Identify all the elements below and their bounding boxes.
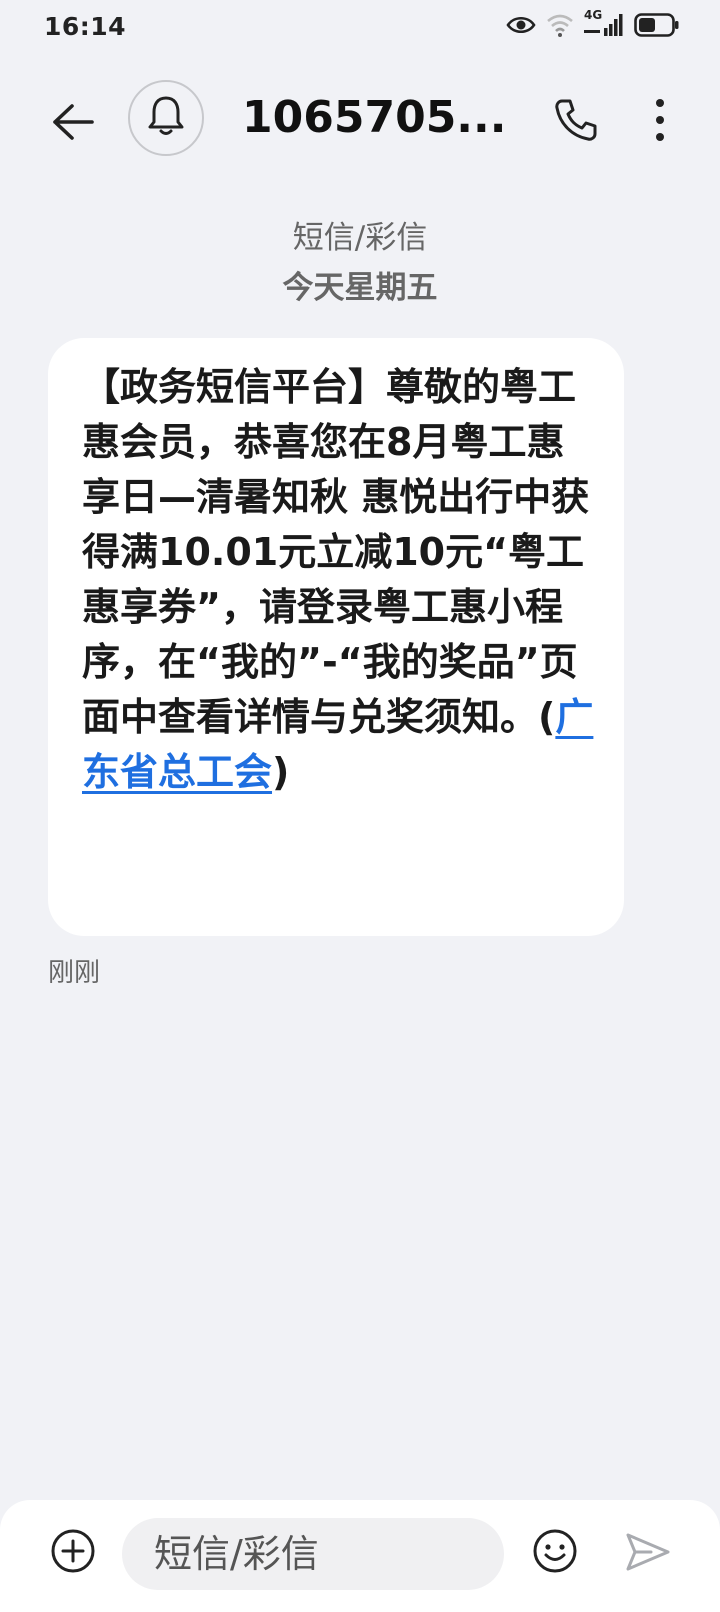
signal-icon: 4G (584, 8, 624, 38)
emoji-icon (532, 1528, 578, 1578)
message-bubble[interactable]: 【政务短信平台】尊敬的粤工惠会员，恭喜您在8月粤工惠享日—清暑知秋 惠悦出行中获… (48, 338, 624, 936)
bell-icon (146, 94, 186, 142)
send-icon (625, 1531, 671, 1577)
more-vertical-icon (655, 98, 665, 146)
emoji-button[interactable] (526, 1524, 584, 1582)
wifi-icon (546, 13, 574, 37)
add-attachment-button[interactable] (44, 1524, 102, 1582)
back-arrow-icon (50, 102, 94, 146)
notification-button[interactable] (128, 80, 204, 156)
message-body: 【政务短信平台】尊敬的粤工惠会员，恭喜您在8月粤工惠享日—清暑知秋 惠悦出行中获… (82, 360, 594, 800)
message-closing: ) (272, 750, 290, 794)
message-input[interactable] (122, 1518, 504, 1590)
app-bar: 1065705... (0, 74, 720, 170)
message-timestamp: 刚刚 (48, 958, 101, 988)
back-button[interactable] (44, 96, 100, 152)
add-icon (50, 1528, 96, 1578)
more-options-button[interactable] (640, 94, 680, 150)
status-icons: 4G (506, 8, 680, 38)
contact-title: 1065705... (242, 92, 507, 143)
phone-icon (553, 97, 599, 147)
call-button[interactable] (548, 94, 604, 150)
status-time: 16:14 (44, 12, 127, 41)
thread-date-label: 今天星期五 (282, 270, 438, 306)
composer-bar (0, 1500, 720, 1612)
battery-icon (634, 13, 680, 37)
status-bar: 16:14 4G (0, 0, 720, 54)
thread-type-label: 短信/彩信 (292, 220, 428, 256)
eye-icon (506, 14, 536, 36)
message-text: 【政务短信平台】尊敬的粤工惠会员，恭喜您在8月粤工惠享日—清暑知秋 惠悦出行中获… (82, 365, 590, 739)
send-button[interactable] (620, 1526, 676, 1582)
